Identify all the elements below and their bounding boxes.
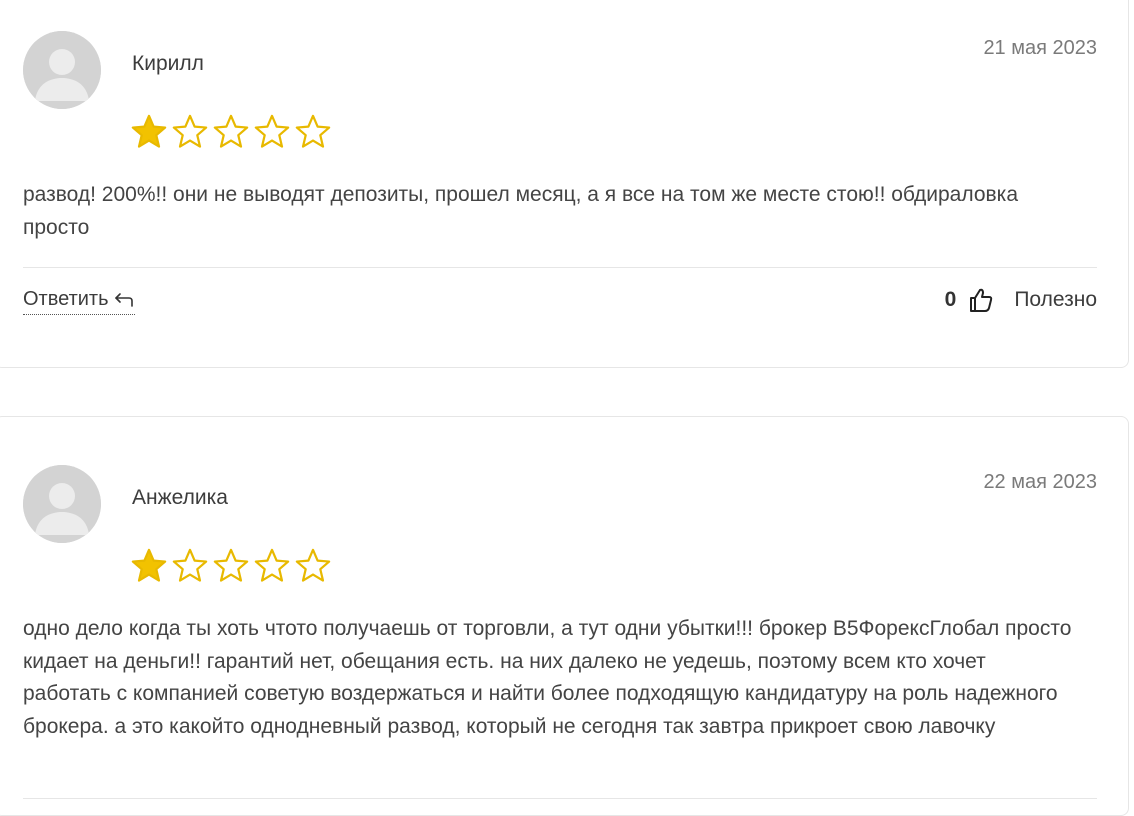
star-empty-icon [254,114,290,148]
review-card: Кирилл 21 мая 2023 развод! 200%!! они не… [0,0,1129,368]
user-avatar-icon [23,465,101,543]
star-empty-icon [213,114,249,148]
thumbs-up-icon[interactable] [968,287,994,313]
review-author: Анжелика [132,486,228,509]
reply-button[interactable]: Ответить [23,288,135,315]
user-avatar-icon [23,31,101,109]
avatar [23,31,101,109]
star-filled-icon [131,114,167,148]
avatar [23,465,101,543]
review-date: 21 мая 2023 [983,37,1097,59]
star-empty-icon [295,114,331,148]
review-date: 22 мая 2023 [983,471,1097,493]
reply-label: Ответить [23,288,109,310]
star-empty-icon [213,548,249,582]
star-empty-icon [254,548,290,582]
review-text: развод! 200%!! они не выводят депозиты, … [23,183,1019,239]
rating-stars [130,113,332,151]
review-card: Анжелика 22 мая 2023 одно дело когда ты … [0,416,1129,816]
star-empty-icon [172,548,208,582]
useful-button[interactable]: Полезно [1014,288,1097,312]
divider [23,798,1097,799]
divider [23,267,1097,268]
star-filled-icon [131,548,167,582]
useful-block: 0 Полезно [945,287,1097,313]
rating-stars [130,547,332,585]
like-count: 0 [944,288,957,311]
review-author: Кирилл [132,52,204,75]
star-empty-icon [295,548,331,582]
reply-arrow-icon [114,292,133,307]
review-text: одно дело когда ты хоть чтото получаешь … [23,617,1072,738]
star-empty-icon [172,114,208,148]
